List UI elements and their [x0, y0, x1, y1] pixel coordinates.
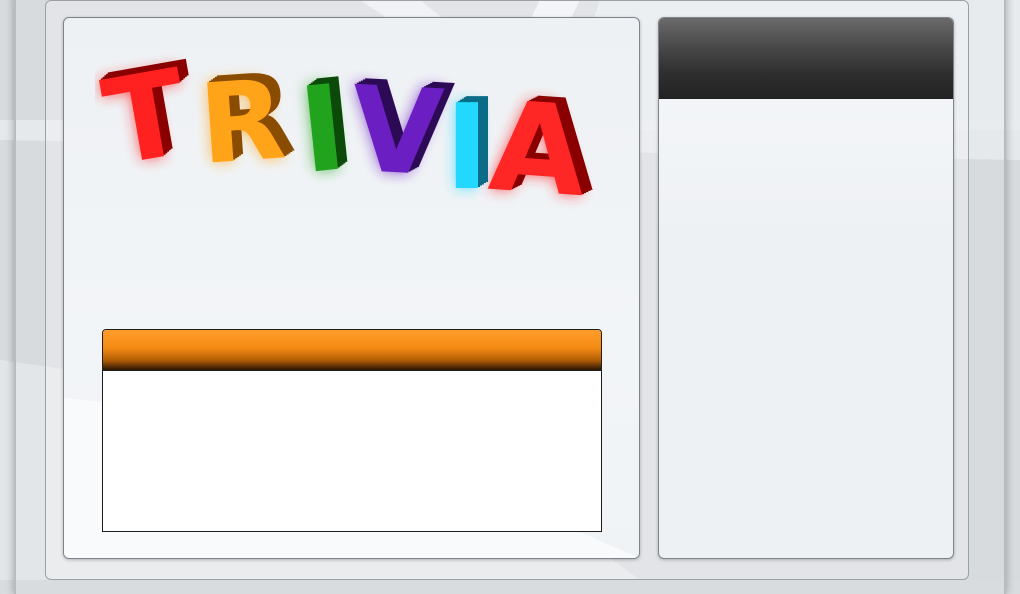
answer-box: [102, 329, 602, 532]
side-panel-header: [659, 18, 953, 99]
answer-box-body: [103, 371, 601, 531]
logo-letter: R: [196, 55, 289, 189]
answer-box-header: [103, 330, 601, 371]
side-panel-body: [659, 99, 953, 558]
logo-letter: V: [348, 60, 446, 203]
logo-letter: I: [445, 78, 489, 216]
side-panel: [658, 17, 954, 559]
logo-letter: A: [485, 75, 591, 225]
trivia-logo: TR IVIA TTTTTT RRRRRR IIIIII VVVVVV IIIIII AAA…: [95, 40, 601, 225]
